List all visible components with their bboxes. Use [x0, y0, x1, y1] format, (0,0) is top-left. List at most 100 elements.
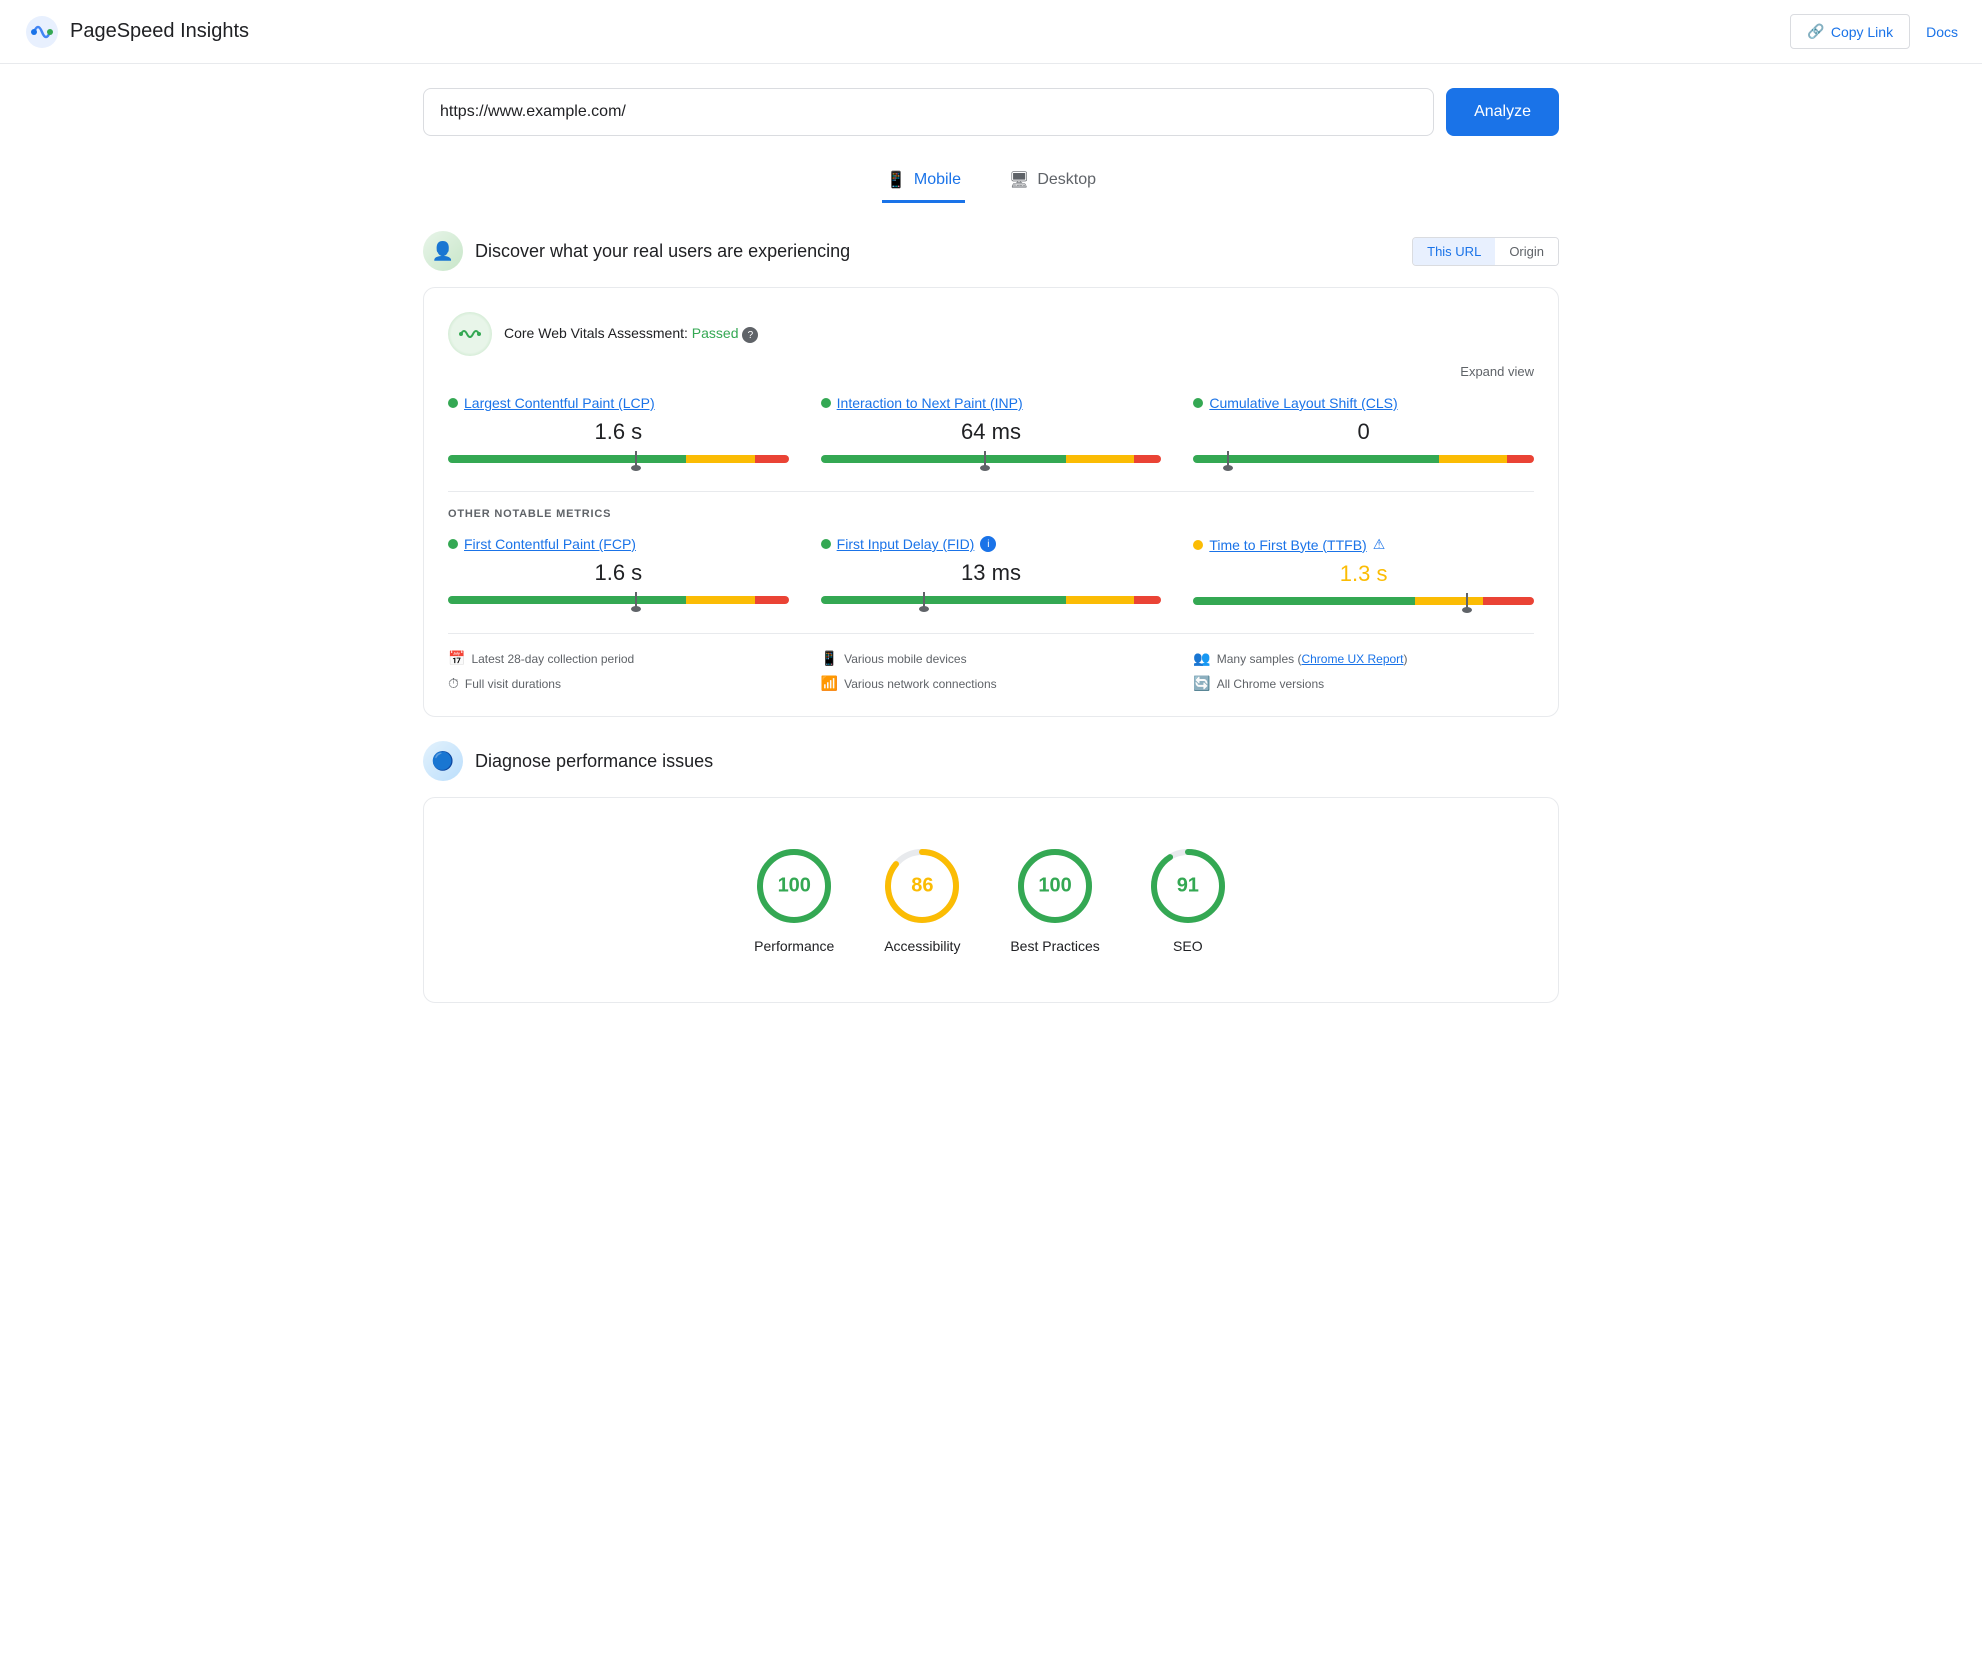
this-url-button[interactable]: This URL [1413, 238, 1495, 265]
info-text-3: Full visit durations [465, 677, 561, 691]
info-icon-2: 👥 [1193, 650, 1210, 667]
score-accessibility: 86 Accessibility [882, 846, 962, 954]
logo-area: PageSpeed Insights [24, 14, 249, 50]
progress-orange-ttfb [1415, 597, 1483, 605]
cwv-metrics-grid: Largest Contentful Paint (LCP) 1.6 s Int… [448, 395, 1534, 467]
score-circle-seo: 91 [1148, 846, 1228, 926]
url-origin-toggle: This URL Origin [1412, 237, 1559, 266]
metric-link-ttfb[interactable]: Time to First Byte (TTFB) [1209, 537, 1366, 553]
score-label-accessibility: Accessibility [884, 938, 960, 954]
url-input[interactable] [423, 88, 1434, 136]
score-number-best_practices: 100 [1038, 875, 1071, 898]
status-dot-fcp [448, 539, 458, 549]
metric-link-cls[interactable]: Cumulative Layout Shift (CLS) [1209, 395, 1397, 411]
metric-link-inp[interactable]: Interaction to Next Paint (INP) [837, 395, 1023, 411]
progress-green-cls [1193, 455, 1438, 463]
header-actions: 🔗 Copy Link Docs [1790, 14, 1958, 49]
progress-red-inp [1134, 455, 1161, 463]
progress-bar-fcp [448, 596, 789, 604]
metric-label-lcp: Largest Contentful Paint (LCP) [448, 395, 789, 411]
tab-mobile[interactable]: 📱 Mobile [882, 160, 965, 203]
score-circle-best_practices: 100 [1015, 846, 1095, 926]
progress-red-lcp [755, 455, 789, 463]
status-dot-fid [821, 539, 831, 549]
cwv-header: Core Web Vitals Assessment: Passed ? [448, 312, 1534, 356]
score-label-performance: Performance [754, 938, 834, 954]
tab-desktop[interactable]: 🖥 Desktop [1005, 160, 1100, 203]
progress-bar-lcp [448, 455, 789, 463]
metric-value-fid: 13 ms [821, 560, 1162, 586]
core-web-vitals-card: Core Web Vitals Assessment: Passed ? Exp… [423, 287, 1559, 717]
progress-red-ttfb [1483, 597, 1534, 605]
progress-orange-inp [1066, 455, 1134, 463]
diagnose-title: Diagnose performance issues [475, 751, 713, 772]
metric-inp: Interaction to Next Paint (INP) 64 ms [821, 395, 1162, 467]
metric-fcp: First Contentful Paint (FCP) 1.6 s [448, 536, 789, 609]
app-header: PageSpeed Insights 🔗 Copy Link Docs [0, 0, 1982, 64]
info-icon-5: 🔄 [1193, 675, 1210, 692]
info-item-2: 👥 Many samples (Chrome UX Report) [1193, 650, 1534, 667]
progress-orange-lcp [686, 455, 754, 463]
progress-marker-lcp [635, 451, 637, 467]
info-icon-3: ⏱ [448, 675, 459, 692]
metric-label-fid: First Input Delay (FID) i [821, 536, 1162, 552]
scores-grid: 100 Performance 86 Accessibility 100 [448, 822, 1534, 978]
score-number-performance: 100 [778, 875, 811, 898]
metric-link-lcp[interactable]: Largest Contentful Paint (LCP) [464, 395, 655, 411]
progress-track-fid [821, 596, 1162, 604]
copy-link-button[interactable]: 🔗 Copy Link [1790, 14, 1910, 49]
metric-link-fcp[interactable]: First Contentful Paint (FCP) [464, 536, 636, 552]
progress-orange-cls [1439, 455, 1507, 463]
progress-red-fid [1134, 596, 1161, 604]
metric-label-cls: Cumulative Layout Shift (CLS) [1193, 395, 1534, 411]
diagnose-header: 🔵 Diagnose performance issues [423, 741, 1559, 781]
metric-value-inp: 64 ms [821, 419, 1162, 445]
progress-track-lcp [448, 455, 789, 463]
score-best_practices: 100 Best Practices [1010, 846, 1099, 954]
info-text-1: Various mobile devices [844, 652, 967, 666]
metric-value-ttfb: 1.3 s [1193, 561, 1534, 587]
progress-bar-cls [1193, 455, 1534, 463]
info-icon-4: 📶 [821, 675, 838, 692]
progress-track-cls [1193, 455, 1534, 463]
other-metrics-grid: First Contentful Paint (FCP) 1.6 s First… [448, 536, 1534, 609]
info-text-5: All Chrome versions [1217, 677, 1324, 691]
analyze-button[interactable]: Analyze [1446, 88, 1559, 136]
expand-view-link[interactable]: Expand view [448, 364, 1534, 379]
metric-value-cls: 0 [1193, 419, 1534, 445]
progress-green-lcp [448, 455, 686, 463]
progress-green-inp [821, 455, 1066, 463]
info-icon-0: 📅 [448, 650, 465, 667]
progress-bar-fid [821, 596, 1162, 604]
info-icon-1: 📱 [821, 650, 838, 667]
mobile-icon: 📱 [886, 170, 906, 190]
metric-link-fid[interactable]: First Input Delay (FID) [837, 536, 975, 552]
status-dot-ttfb [1193, 540, 1203, 550]
real-users-header: 👤 Discover what your real users are expe… [423, 231, 1559, 271]
score-label-seo: SEO [1173, 938, 1203, 954]
users-icon: 👤 [423, 231, 463, 271]
metric-fid: First Input Delay (FID) i 13 ms [821, 536, 1162, 609]
origin-button[interactable]: Origin [1495, 238, 1558, 265]
progress-marker-cls [1227, 451, 1229, 467]
score-number-accessibility: 86 [911, 875, 933, 898]
progress-marker-fcp [635, 592, 637, 608]
progress-green-fid [821, 596, 1066, 604]
cwv-help-icon[interactable]: ? [742, 327, 758, 343]
score-label-best_practices: Best Practices [1010, 938, 1099, 954]
metric-label-inp: Interaction to Next Paint (INP) [821, 395, 1162, 411]
docs-link[interactable]: Docs [1926, 24, 1958, 40]
info-text-0: Latest 28-day collection period [471, 652, 634, 666]
info-item-0: 📅 Latest 28-day collection period [448, 650, 789, 667]
progress-marker-inp [984, 451, 986, 467]
progress-bar-inp [821, 455, 1162, 463]
metric-value-lcp: 1.6 s [448, 419, 789, 445]
progress-marker-ttfb [1466, 593, 1468, 609]
ttfb-warning-icon[interactable]: ⚠ [1373, 536, 1386, 553]
fid-info-icon[interactable]: i [980, 536, 996, 552]
progress-orange-fid [1066, 596, 1134, 604]
crux-link[interactable]: Chrome UX Report [1301, 652, 1403, 666]
status-dot-lcp [448, 398, 458, 408]
metric-label-ttfb: Time to First Byte (TTFB) ⚠ [1193, 536, 1534, 553]
view-tabs: 📱 Mobile 🖥 Desktop [423, 160, 1559, 203]
